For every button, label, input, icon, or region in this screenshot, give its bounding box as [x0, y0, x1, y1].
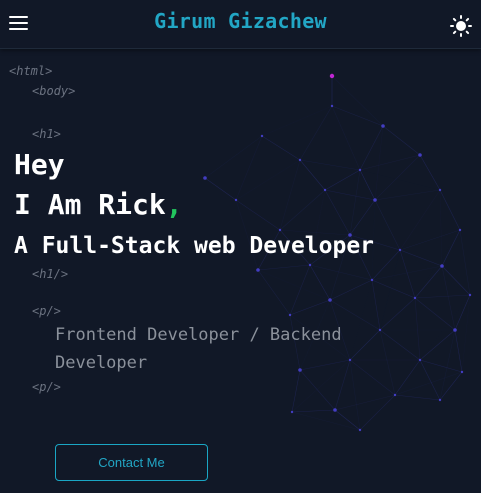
h1-close-tag: <h1/>	[32, 267, 69, 281]
hero-greeting: Hey	[14, 148, 65, 181]
hero-section: <html> <body> <h1> Hey I Am Rick, A Full…	[0, 0, 481, 493]
hero-description: Frontend Developer / Backend Developer	[55, 325, 342, 373]
top-navbar: Girum Gizachew	[0, 0, 481, 49]
html-open-tag: <html>	[9, 64, 53, 78]
sun-icon[interactable]	[450, 15, 472, 37]
contact-me-button[interactable]: Contact Me	[55, 444, 208, 481]
hero-role: A Full-Stack web Developer	[14, 233, 375, 259]
p-close-tag: <p/>	[32, 380, 61, 394]
site-brand[interactable]: Girum Gizachew	[0, 9, 481, 33]
p-open-tag: <p/>	[32, 304, 61, 318]
h1-open-tag: <h1>	[32, 127, 61, 141]
hero-intro-text: I Am Rick	[14, 188, 166, 221]
hero-intro: I Am Rick,	[14, 188, 183, 221]
body-open-tag: <body>	[32, 84, 76, 98]
hero-intro-comma: ,	[165, 188, 183, 221]
